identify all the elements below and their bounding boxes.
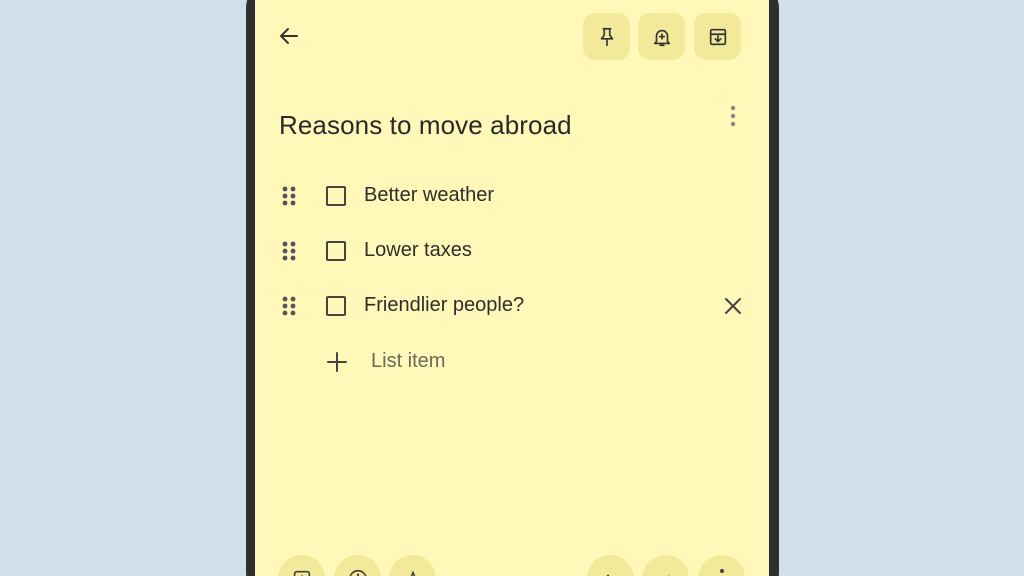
pin-icon [600,27,613,46]
list-item: Lower taxes [255,229,769,273]
item-checkbox[interactable] [326,296,346,316]
palette-button[interactable] [334,555,381,576]
note-title[interactable]: Reasons to move abroad [279,110,572,141]
text-format-button[interactable] [389,555,436,576]
list-item: Friendlier people? [255,284,769,328]
note-editor-screen: Reasons to move abroad Better weather Lo… [255,0,769,576]
more-vert-icon [730,105,736,127]
reminder-button[interactable] [638,13,685,60]
add-box-button[interactable] [278,555,325,576]
item-checkbox[interactable] [326,186,346,206]
arrow-left-icon [280,28,298,44]
back-button[interactable] [275,22,303,50]
text-format-icon [409,569,416,576]
redo-icon [667,574,671,576]
drag-handle-icon[interactable] [281,240,297,262]
pin-button[interactable] [583,13,630,60]
undo-button[interactable] [587,555,634,576]
item-text[interactable]: Friendlier people? [364,294,524,317]
drag-handle-icon[interactable] [281,295,297,317]
palette-icon [348,569,367,576]
archive-icon [709,28,726,45]
archive-button[interactable] [694,13,741,60]
bell-plus-icon [653,29,670,46]
add-list-item-placeholder: List item [371,350,446,372]
redo-button[interactable] [642,555,689,576]
drag-handle-icon[interactable] [281,185,297,207]
list-item: Better weather [255,174,769,218]
more-vert-icon [719,568,724,573]
add-list-item-row[interactable]: List item [255,340,769,384]
close-icon[interactable] [721,294,745,318]
item-text[interactable]: Lower taxes [364,239,472,262]
undo-icon [605,574,609,576]
item-text[interactable]: Better weather [364,184,494,207]
plus-icon [327,352,347,372]
item-checkbox[interactable] [326,241,346,261]
more-options-button[interactable] [698,555,745,576]
note-more-button[interactable] [721,102,745,130]
add-box-icon [293,570,310,576]
